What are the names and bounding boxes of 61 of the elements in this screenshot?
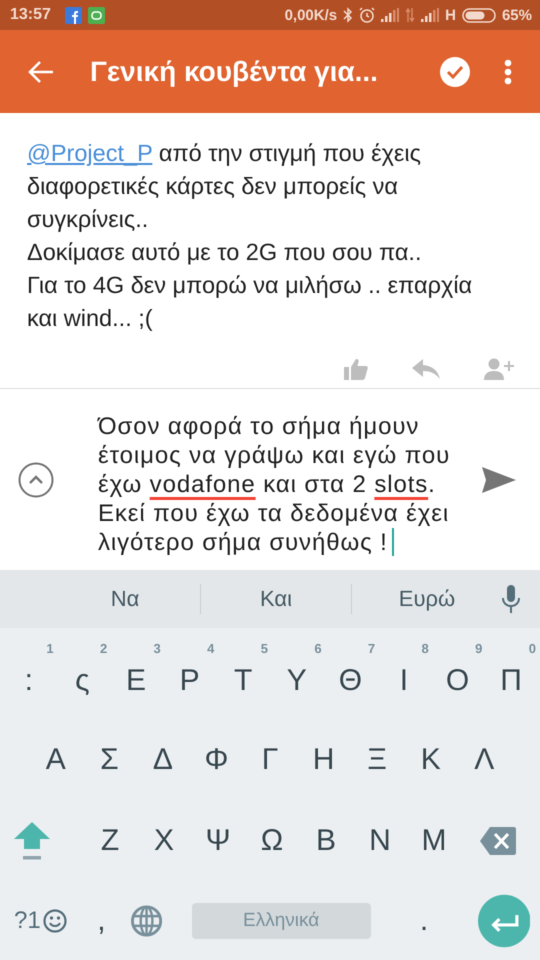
keyboard-key[interactable]: Κ bbox=[404, 740, 458, 780]
checkmark-icon[interactable] bbox=[440, 56, 470, 86]
battery-percent: 65% bbox=[502, 6, 532, 24]
keyboard-key[interactable]: . bbox=[370, 901, 478, 941]
keyboard-key[interactable]: Δ bbox=[136, 740, 190, 780]
keyboard-key[interactable]: 7 Θ bbox=[324, 640, 378, 700]
word-suggestion[interactable]: Ευρώ bbox=[352, 586, 502, 612]
alarm-icon bbox=[359, 7, 376, 23]
thumbs-up-icon[interactable] bbox=[344, 358, 368, 380]
symbols-key[interactable]: ?1 bbox=[14, 901, 72, 941]
emoji-icon bbox=[42, 909, 67, 933]
keyboard-key[interactable]: Η bbox=[296, 740, 350, 780]
keyboard-key[interactable]: 1 : bbox=[2, 640, 56, 700]
keyboard-key[interactable]: 6 Υ bbox=[270, 640, 324, 700]
keyboard-key[interactable]: Ψ bbox=[191, 820, 245, 860]
back-arrow-icon[interactable] bbox=[28, 60, 54, 84]
backspace-key-icon[interactable] bbox=[480, 826, 516, 854]
add-user-icon[interactable] bbox=[484, 358, 514, 380]
data-arrows-icon bbox=[405, 8, 416, 22]
keyboard-key[interactable]: 8 Ι bbox=[377, 640, 431, 700]
keyboard-key[interactable]: Α bbox=[29, 740, 83, 780]
network-speed: 0,00K/s bbox=[284, 6, 338, 24]
send-icon[interactable] bbox=[482, 466, 516, 492]
keyboard-key[interactable]: Ζ bbox=[83, 820, 137, 860]
keyboard-key[interactable]: Χ bbox=[137, 820, 191, 860]
expand-up-icon[interactable] bbox=[18, 462, 54, 498]
signal-icon bbox=[381, 8, 400, 22]
word-suggestion[interactable]: Και bbox=[201, 586, 351, 612]
keyboard-key[interactable]: 2 ς bbox=[56, 640, 110, 700]
enter-key[interactable] bbox=[478, 894, 530, 948]
keyboard-key[interactable]: 9 Ο bbox=[430, 640, 484, 700]
keyboard-key[interactable]: , bbox=[72, 901, 131, 941]
keyboard-key[interactable]: Β bbox=[299, 820, 353, 860]
bluetooth-icon bbox=[343, 7, 354, 23]
network-type: H bbox=[445, 6, 456, 24]
keyboard-key[interactable]: 4 Ρ bbox=[162, 640, 216, 700]
keyboard-key[interactable]: Ξ bbox=[350, 740, 404, 780]
globe-icon[interactable] bbox=[130, 905, 162, 937]
clock-time: 13:57 bbox=[10, 6, 51, 24]
battery-icon bbox=[462, 8, 496, 22]
reply-icon[interactable] bbox=[412, 359, 440, 379]
more-options-icon[interactable] bbox=[504, 58, 512, 84]
message-input-field[interactable]: Όσον αφορά το σήμα ήμουν έτοιμος να γράψω και εγώ που έχω vodafone και στα 2 slots. Εκεί που έχω τα δεδομένα έχει λιγότερο σήμα συνήθως ! bbox=[98, 402, 470, 557]
shift-key-icon[interactable] bbox=[14, 822, 50, 860]
thread-title: Γενική κουβέντα για... bbox=[90, 56, 379, 88]
microphone-icon[interactable] bbox=[502, 585, 520, 613]
keyboard-key[interactable]: Σ bbox=[82, 740, 136, 780]
keyboard-key[interactable]: Γ bbox=[243, 740, 297, 780]
keyboard-key[interactable]: Μ bbox=[407, 820, 461, 860]
keyboard-key[interactable]: 0 Π bbox=[484, 640, 538, 700]
word-suggestion[interactable]: Να bbox=[50, 586, 200, 612]
signal-icon bbox=[421, 8, 440, 22]
app-icon bbox=[88, 6, 105, 24]
keyboard-key[interactable]: Ω bbox=[245, 820, 299, 860]
keyboard-key[interactable]: 5 Τ bbox=[216, 640, 270, 700]
keyboard-key[interactable]: Λ bbox=[458, 740, 512, 780]
facebook-icon bbox=[64, 6, 82, 24]
keyboard-key[interactable]: 3 Ε bbox=[109, 640, 163, 700]
keyboard-key[interactable]: Φ bbox=[190, 740, 244, 780]
keyboard-key[interactable]: Ν bbox=[353, 820, 407, 860]
message-text: @Project_P από την στιγμή που έχεις διαφορετικές κάρτες δεν μπορείς να συγκρίνεις.. Δοκίμασε αυτό με το 2G που σου πα.. Για το 4G δεν μπορώ να μιλήσω .. επαρχία και wind... ;( bbox=[27, 139, 474, 333]
